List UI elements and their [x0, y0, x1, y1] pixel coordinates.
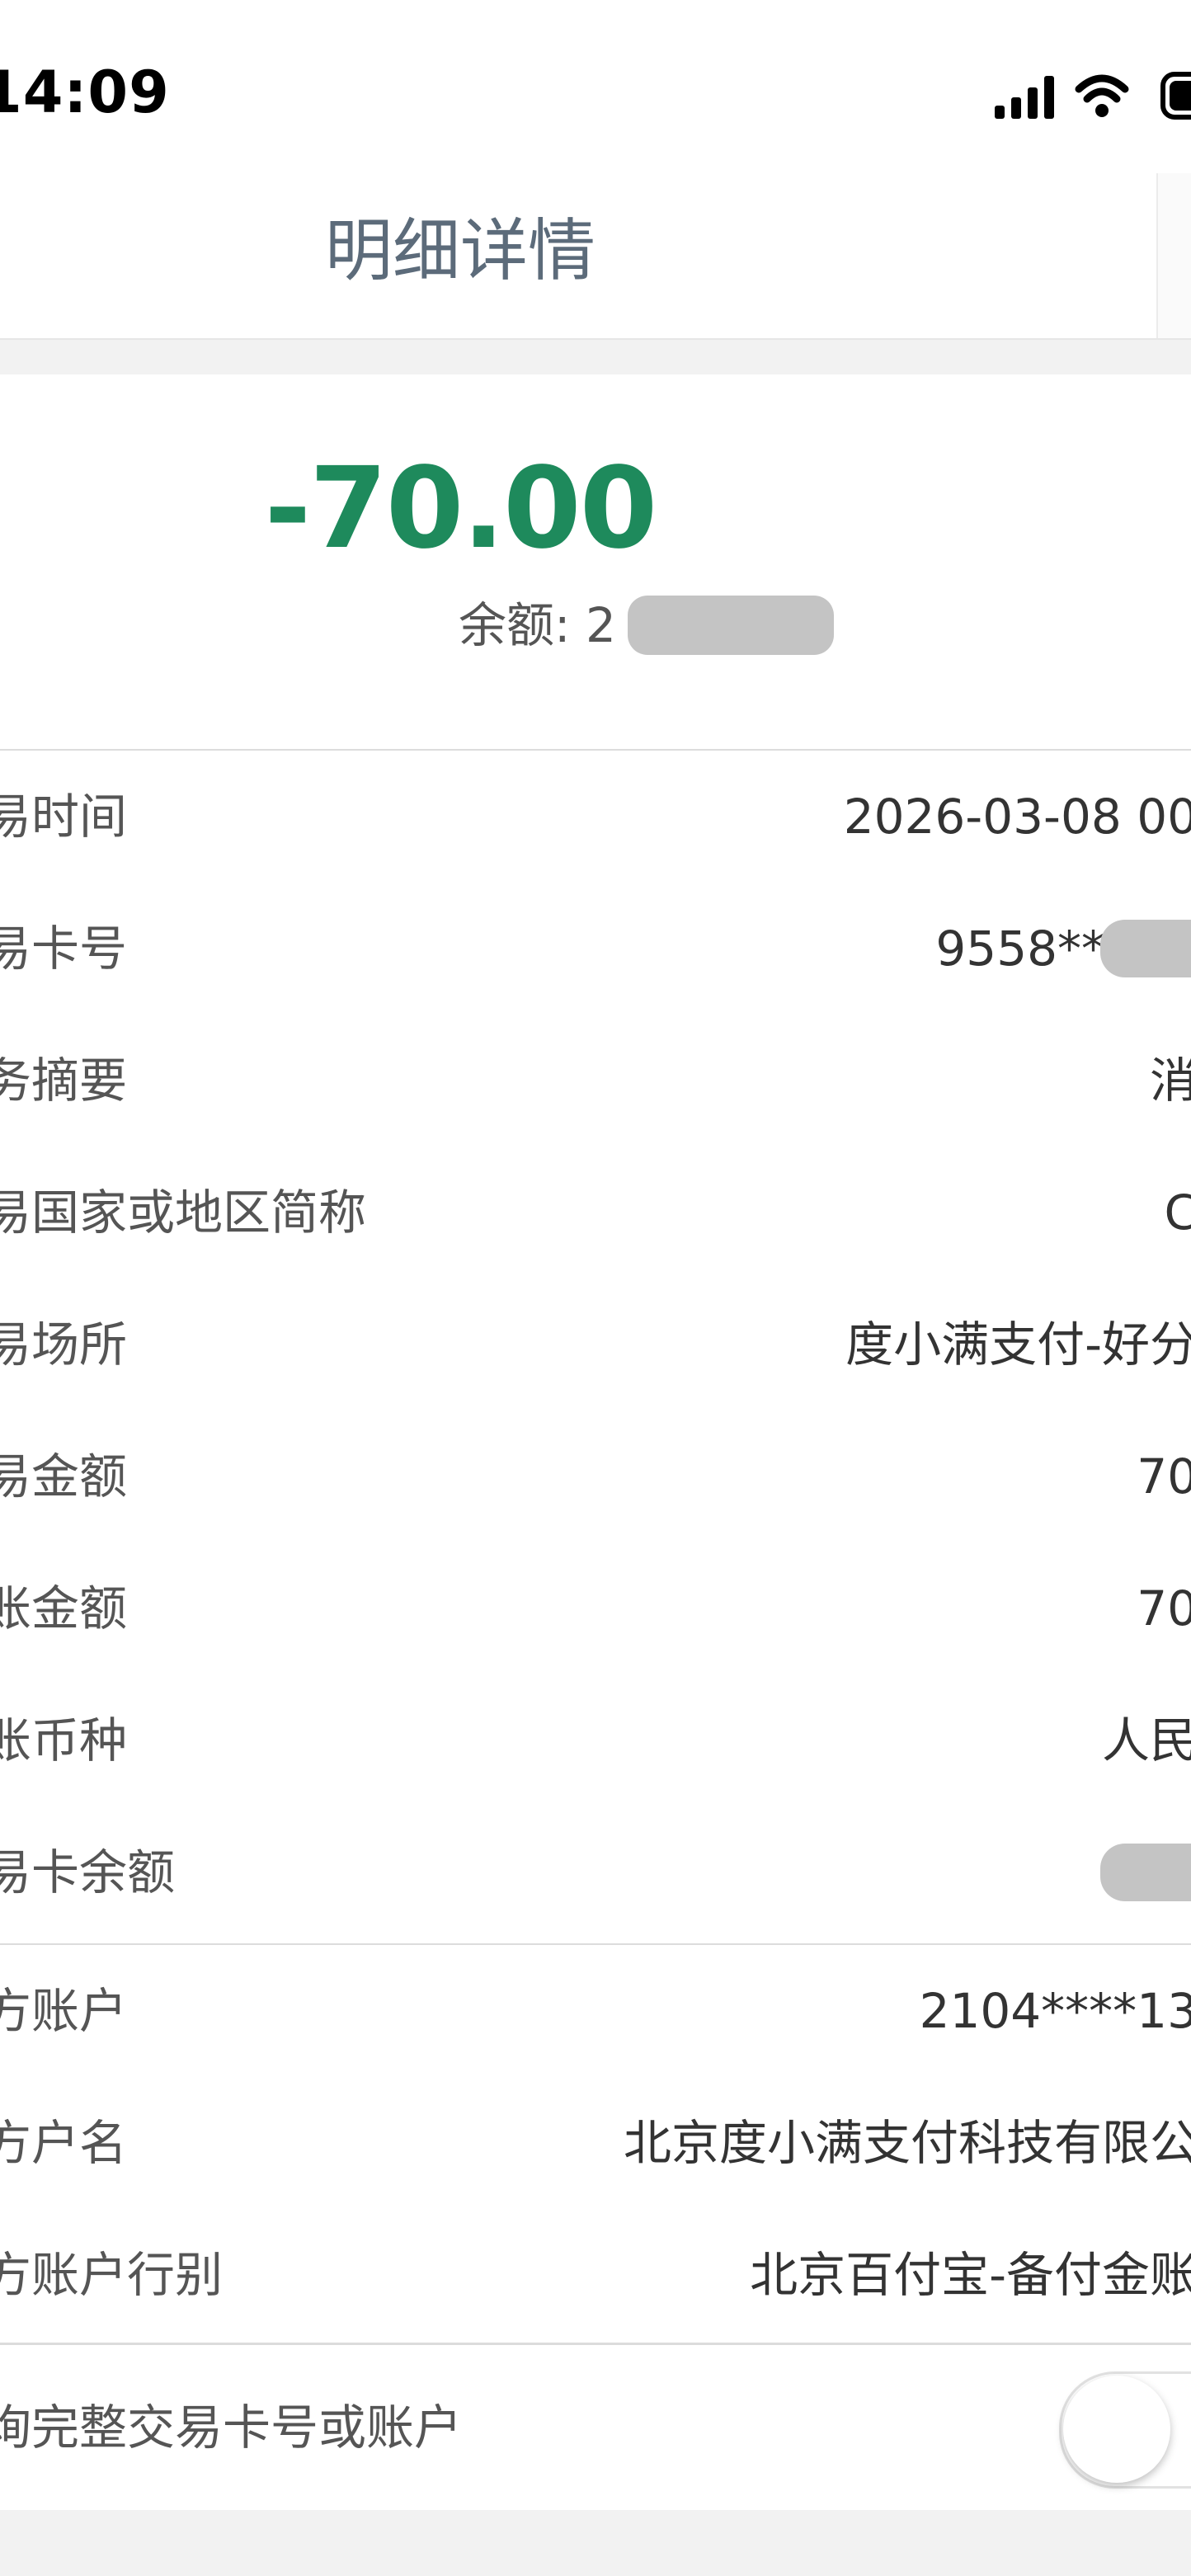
detail-value: 2026-03-08 00: [843, 789, 1191, 845]
status-bar: 14:09: [0, 0, 1191, 173]
toggle-row: 询完整交易卡号或账户: [0, 2362, 1191, 2494]
battery-icon: [1160, 72, 1191, 120]
detail-label: 易卡号: [0, 921, 128, 977]
detail-value: 9558**: [935, 921, 1105, 977]
detail-value-wrap: [1100, 1806, 1191, 1938]
detail-label: 方户名: [0, 2115, 128, 2171]
balance-row: 余额: 2: [459, 592, 834, 658]
balance-label: 余额: 2: [459, 597, 616, 653]
transaction-details: 易时间 2026-03-08 00 易卡号 9558** 务摘要 消 易国家或地…: [0, 751, 1191, 1946]
counterparty-details: 方账户 2104****13 方户名 北京度小满支付科技有限公 方账户行别 北京…: [0, 1945, 1191, 2345]
nav-right-edge: [1156, 173, 1191, 338]
detail-row-country: 易国家或地区简称 C: [0, 1147, 1191, 1279]
detail-row-card-balance: 易卡余额: [0, 1806, 1191, 1938]
detail-row-transaction-amount: 易金额 70: [0, 1410, 1191, 1542]
detail-label: 账金额: [0, 1580, 128, 1636]
detail-label: 账币种: [0, 1712, 128, 1768]
page-title: 明细详情: [324, 212, 596, 290]
detail-value: C: [1164, 1184, 1191, 1241]
toggle-knob: [1063, 2376, 1170, 2483]
amount-card: -70.00 余额: 2: [0, 374, 1191, 751]
detail-label: 易时间: [0, 789, 128, 845]
signal-bars-icon: [995, 76, 1054, 119]
detail-value: 度小满支付-好分: [845, 1316, 1191, 1373]
detail-row-counterparty-name: 方户名 北京度小满支付科技有限公: [0, 2077, 1191, 2209]
full-number-toggle-section: 询完整交易卡号或账户: [0, 2345, 1191, 2510]
card-balance-redaction-mask: [1100, 1844, 1191, 1901]
detail-value: 北京百付宝-备付金账: [750, 2247, 1191, 2303]
detail-label: 易国家或地区简称: [0, 1184, 367, 1241]
detail-row-currency: 账币种 人民: [0, 1674, 1191, 1806]
detail-row-time: 易时间 2026-03-08 00: [0, 751, 1191, 883]
detail-value: 北京度小满支付科技有限公: [623, 2115, 1191, 2171]
detail-label: 易场所: [0, 1316, 128, 1373]
show-full-number-toggle[interactable]: [1059, 2371, 1191, 2489]
detail-value: 消: [1149, 1053, 1191, 1109]
transaction-amount: -70.00: [264, 444, 658, 574]
detail-label: 方账户: [0, 1983, 128, 2039]
detail-label: 易金额: [0, 1448, 128, 1505]
detail-row-counterparty-account: 方账户 2104****13: [0, 1945, 1191, 2077]
detail-row-summary: 务摘要 消: [0, 1015, 1191, 1147]
section-gap: [0, 340, 1191, 374]
bottom-band: [0, 2510, 1191, 2576]
detail-label: 易卡余额: [0, 1844, 176, 1900]
status-icons: [990, 66, 1191, 120]
detail-row-posted-amount: 账金额 70: [0, 1542, 1191, 1674]
detail-value: 70: [1137, 1580, 1191, 1636]
screen: 14:09 明细详情 -70.00 余额: 2 易时间 2026-03-08 0…: [0, 0, 1191, 2576]
detail-label: 方账户行别: [0, 2247, 224, 2303]
detail-row-card-number: 易卡号 9558**: [0, 883, 1191, 1015]
detail-value: 2104****13: [919, 1983, 1191, 2039]
wifi-icon: [1075, 74, 1129, 117]
card-number-redaction-mask: [1100, 920, 1191, 977]
balance-redaction-mask: [627, 596, 834, 655]
detail-value: 人民: [1101, 1712, 1191, 1768]
detail-value: 70: [1137, 1448, 1191, 1505]
status-time: 14:09: [0, 59, 170, 126]
detail-row-merchant: 易场所 度小满支付-好分: [0, 1279, 1191, 1410]
detail-row-counterparty-bank: 方账户行别 北京百付宝-备付金账: [0, 2209, 1191, 2341]
detail-label: 务摘要: [0, 1053, 128, 1109]
toggle-label: 询完整交易卡号或账户: [0, 2399, 463, 2456]
detail-value-wrap: 9558**: [935, 883, 1191, 1015]
